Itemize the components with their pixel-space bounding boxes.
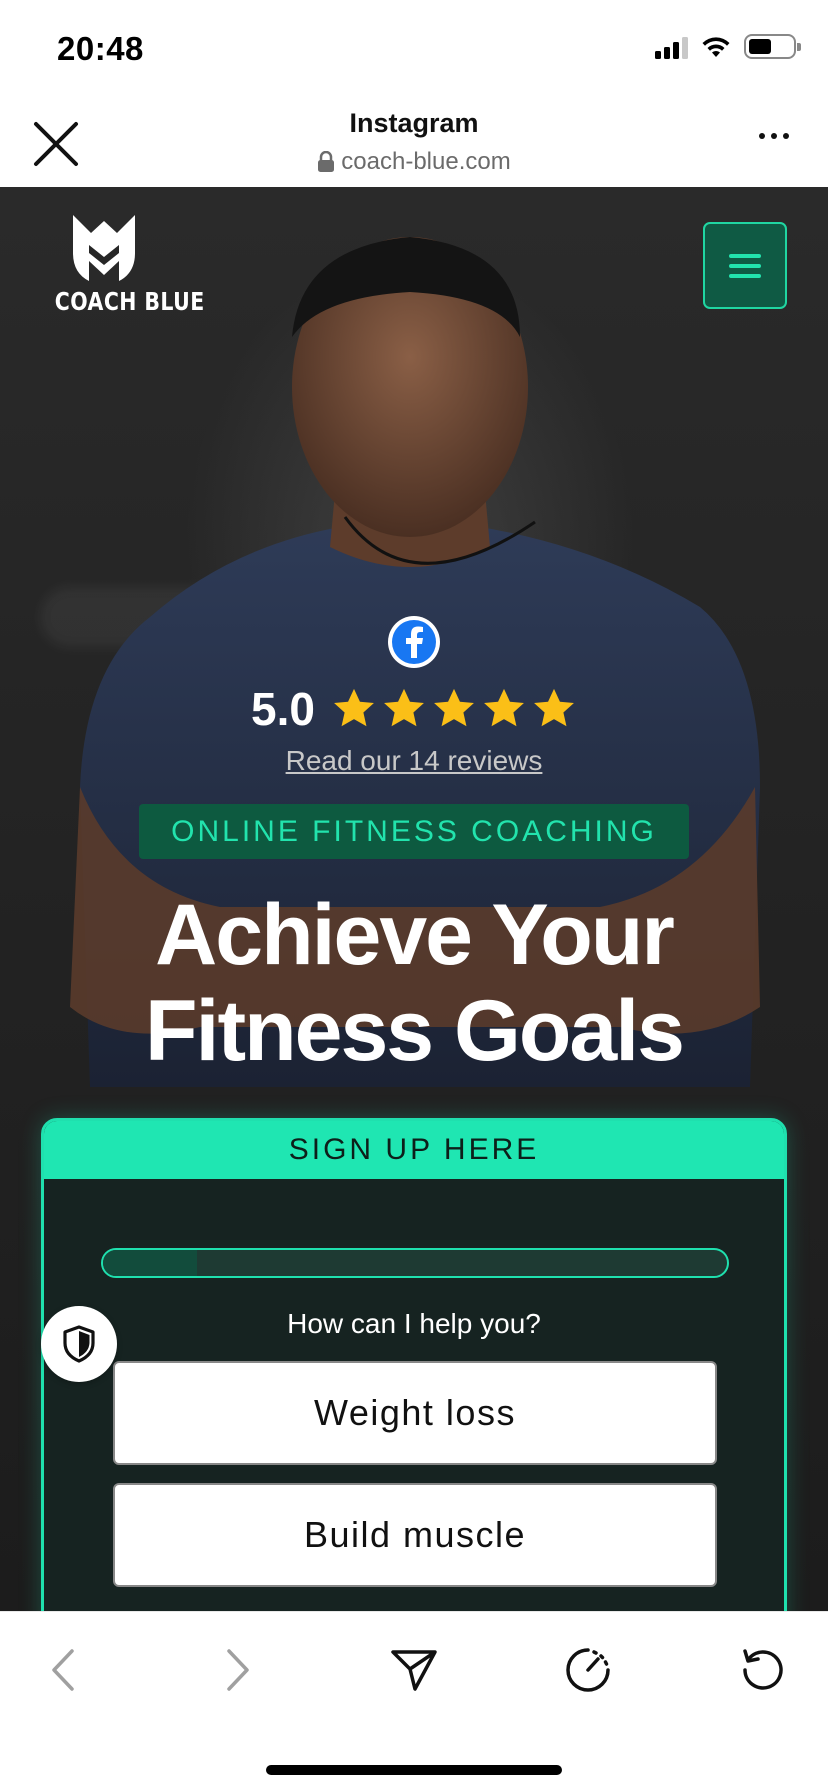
back-button[interactable]: [33, 1640, 93, 1700]
forward-icon: [227, 1649, 249, 1691]
headline-line-1: Achieve Your: [155, 887, 675, 983]
speed-button[interactable]: [558, 1640, 618, 1700]
signup-card: SIGN UP HERE How can I help you? Weight …: [41, 1118, 787, 1611]
lock-icon: [318, 151, 335, 172]
back-icon: [52, 1649, 74, 1691]
status-bar: 20:48: [0, 0, 828, 94]
menu-button[interactable]: [703, 222, 787, 309]
browser-header: Instagram coach-blue.com: [0, 94, 828, 187]
coach-blue-logo-icon: [73, 215, 135, 281]
battery-icon: [744, 34, 801, 59]
facebook-badge: [388, 616, 440, 668]
hamburger-menu-icon: [729, 253, 761, 258]
option-build-muscle-button[interactable]: Build muscle: [113, 1483, 717, 1587]
logo-text: COACH BLUE: [54, 287, 205, 316]
reload-icon: [743, 1649, 783, 1690]
star-icon: [534, 688, 574, 727]
star-icon: [434, 688, 474, 727]
star-icon: [484, 688, 524, 727]
rating-row: 5.0: [0, 682, 828, 736]
browser-url[interactable]: coach-blue.com: [0, 148, 828, 176]
home-indicator: [266, 1765, 562, 1775]
url-text: coach-blue.com: [341, 148, 511, 175]
share-button[interactable]: [384, 1640, 444, 1700]
progress-fill: [103, 1250, 197, 1276]
signup-question: How can I help you?: [287, 1308, 541, 1339]
web-content[interactable]: COACH BLUE 5.0 Read our 14 reviews ONLIN…: [0, 187, 828, 1611]
shield-icon: [63, 1325, 95, 1363]
more-button[interactable]: [754, 126, 794, 146]
more-icon: [759, 133, 765, 139]
cellular-signal-icon: [655, 35, 688, 59]
signup-progress-bar: [101, 1248, 729, 1278]
status-icons: [655, 34, 801, 59]
site-logo[interactable]: COACH BLUE: [44, 213, 205, 316]
signup-header: SIGN UP HERE: [44, 1121, 784, 1179]
rating-stars: [331, 686, 577, 732]
browser-title: Instagram: [349, 108, 479, 138]
wifi-icon: [702, 36, 730, 57]
star-icon: [384, 688, 424, 727]
hero-headline: Achieve Your Fitness Goals: [0, 887, 828, 1079]
headline-line-2: Fitness Goals: [145, 983, 685, 1079]
speed-icon: [566, 1648, 610, 1692]
option-weight-loss-button[interactable]: Weight loss: [113, 1361, 717, 1465]
reload-button[interactable]: [733, 1640, 793, 1700]
share-icon: [391, 1650, 437, 1691]
forward-button[interactable]: [208, 1640, 268, 1700]
reviews-link[interactable]: Read our 14 reviews: [0, 745, 828, 777]
rating-score: 5.0: [251, 683, 315, 735]
privacy-shield-button[interactable]: [41, 1306, 117, 1382]
tagline-badge: ONLINE FITNESS COACHING: [139, 804, 689, 859]
status-time: 20:48: [57, 30, 144, 67]
facebook-icon: [392, 620, 436, 664]
star-icon: [334, 688, 374, 727]
